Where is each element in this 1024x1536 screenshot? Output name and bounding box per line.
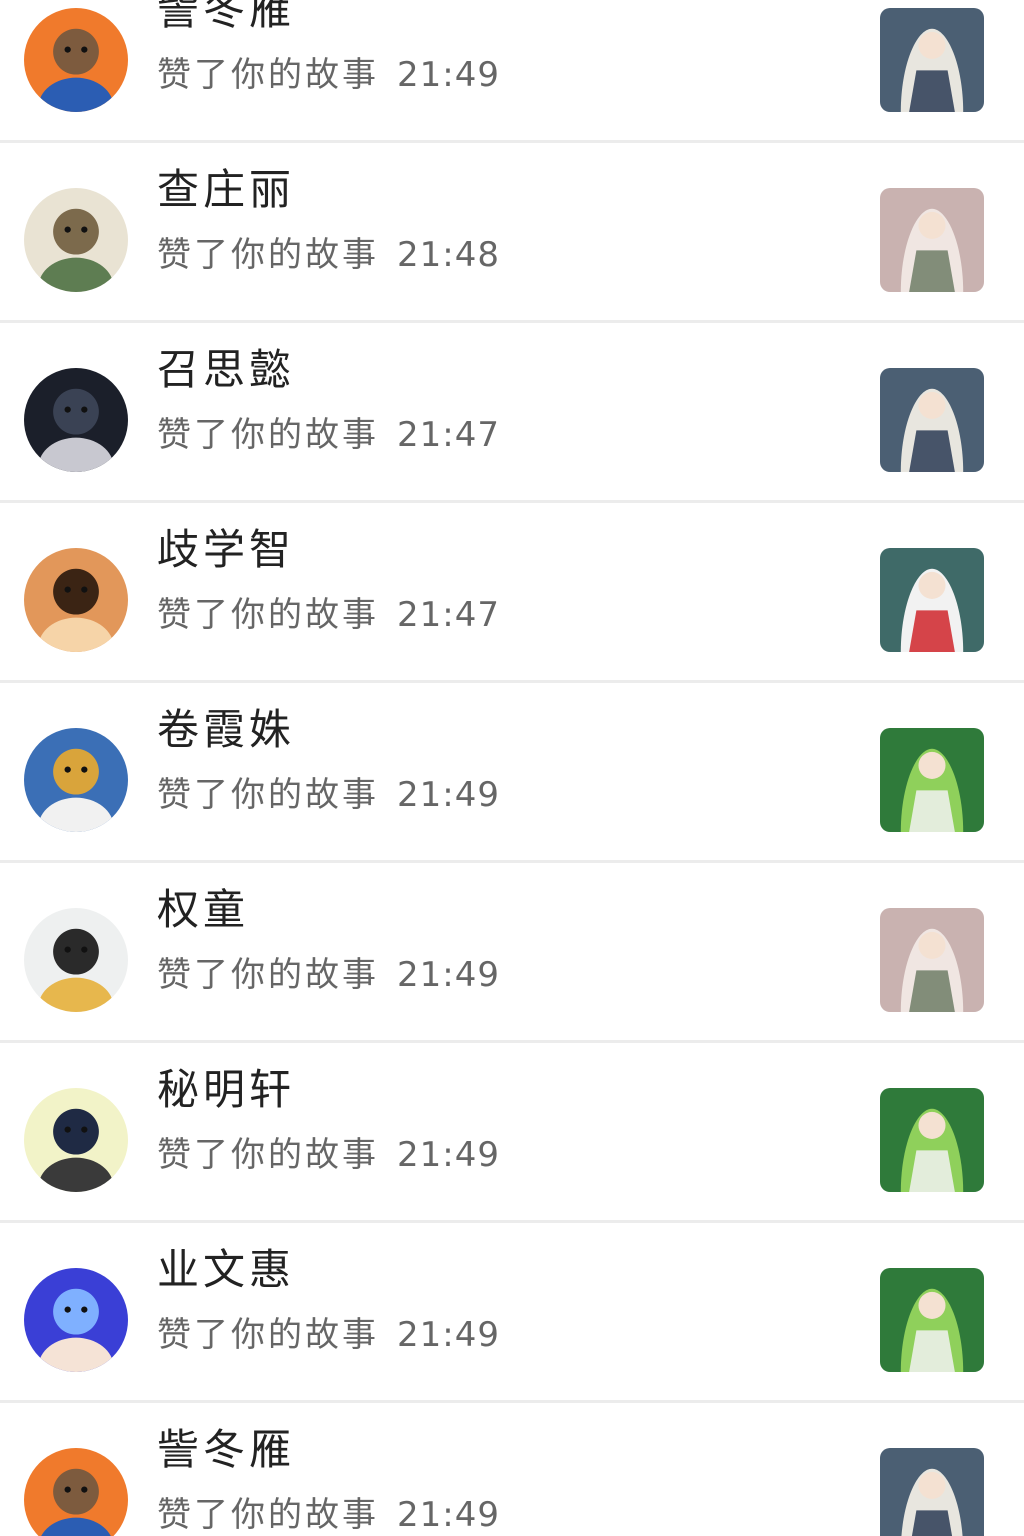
timestamp: 21:49 (397, 775, 500, 815)
notification-row[interactable]: 訾冬雁赞了你的故事 21:49 (0, 0, 1024, 143)
user-avatar[interactable] (24, 1088, 128, 1192)
action-text: 赞了你的故事 (157, 55, 379, 95)
user-name[interactable]: 訾冬雁 (157, 0, 295, 35)
anime-girl-thumbnail (880, 188, 984, 292)
anime-girl-thumbnail (880, 1448, 984, 1536)
anime-girl-thumbnail (880, 908, 984, 1012)
user-avatar[interactable] (24, 188, 128, 292)
user-avatar[interactable] (24, 368, 128, 472)
user-name[interactable]: 歧学智 (157, 525, 295, 575)
notification-meta: 赞了你的故事 21:49 (157, 1133, 500, 1177)
story-thumbnail[interactable] (880, 368, 984, 472)
user-avatar[interactable] (24, 548, 128, 652)
bearded-warrior-avatar (24, 728, 128, 832)
user-name[interactable]: 权童 (157, 885, 249, 935)
user-name[interactable]: 訾冬雁 (157, 1425, 295, 1475)
notification-meta: 赞了你的故事 21:49 (157, 773, 500, 817)
story-thumbnail[interactable] (880, 728, 984, 832)
timestamp: 21:49 (397, 955, 500, 995)
action-text: 赞了你的故事 (157, 1495, 379, 1535)
cartoon-character-avatar (24, 8, 128, 112)
user-avatar[interactable] (24, 908, 128, 1012)
sketch-anime-avatar (24, 908, 128, 1012)
user-avatar[interactable] (24, 8, 128, 112)
anime-girl-thumbnail (880, 368, 984, 472)
anime-girl-green-thumbnail (880, 728, 984, 832)
notification-row[interactable]: 卷霞姝赞了你的故事 21:49 (0, 683, 1024, 863)
user-name[interactable]: 查庄丽 (157, 165, 295, 215)
user-avatar[interactable] (24, 728, 128, 832)
timestamp: 21:49 (397, 1135, 500, 1175)
anime-girl-red-dress-thumbnail (880, 548, 984, 652)
anime-girl-green-thumbnail (880, 1268, 984, 1372)
timestamp: 21:47 (397, 415, 500, 455)
anime-girl-thumbnail (880, 8, 984, 112)
action-text: 赞了你的故事 (157, 415, 379, 455)
timestamp: 21:49 (397, 1495, 500, 1535)
action-text: 赞了你的故事 (157, 595, 379, 635)
notification-row[interactable]: 权童赞了你的故事 21:49 (0, 863, 1024, 1043)
action-text: 赞了你的故事 (157, 775, 379, 815)
notification-meta: 赞了你的故事 21:48 (157, 233, 500, 277)
notification-meta: 赞了你的故事 21:49 (157, 1493, 500, 1536)
timestamp: 21:47 (397, 595, 500, 635)
notification-row[interactable]: 歧学智赞了你的故事 21:47 (0, 503, 1024, 683)
notification-row[interactable]: 查庄丽赞了你的故事 21:48 (0, 143, 1024, 323)
notification-row[interactable]: 召思懿赞了你的故事 21:47 (0, 323, 1024, 503)
user-avatar[interactable] (24, 1268, 128, 1372)
story-thumbnail[interactable] (880, 188, 984, 292)
action-text: 赞了你的故事 (157, 1135, 379, 1175)
story-thumbnail[interactable] (880, 548, 984, 652)
user-name[interactable]: 召思懿 (157, 345, 295, 395)
story-thumbnail[interactable] (880, 908, 984, 1012)
notification-list: 訾冬雁 赞了你的故事 21:49 查庄丽 赞了你的故事 21:48 召思懿 赞了你的故事 21:… (0, 0, 1024, 1536)
user-name[interactable]: 业文惠 (157, 1245, 295, 1295)
notification-row[interactable]: 业文惠赞了你的故事 21:49 (0, 1223, 1024, 1403)
user-name[interactable]: 秘明轩 (157, 1065, 295, 1115)
anime-girl-green-thumbnail (880, 1088, 984, 1192)
timestamp: 21:48 (397, 235, 500, 275)
anime-boy-avatar (24, 188, 128, 292)
user-avatar[interactable] (24, 1448, 128, 1536)
story-thumbnail[interactable] (880, 1448, 984, 1536)
dark-portrait-avatar (24, 368, 128, 472)
singer-avatar (24, 1268, 128, 1372)
notification-meta: 赞了你的故事 21:49 (157, 1313, 500, 1357)
cartoon-character-avatar (24, 1448, 128, 1536)
notification-meta: 赞了你的故事 21:47 (157, 593, 500, 637)
story-thumbnail[interactable] (880, 1268, 984, 1372)
action-text: 赞了你的故事 (157, 955, 379, 995)
couple-avatar (24, 1088, 128, 1192)
user-name[interactable]: 卷霞姝 (157, 705, 295, 755)
action-text: 赞了你的故事 (157, 1315, 379, 1355)
notification-row[interactable]: 訾冬雁赞了你的故事 21:49 (0, 1403, 1024, 1536)
kitten-avatar (24, 548, 128, 652)
timestamp: 21:49 (397, 55, 500, 95)
notification-meta: 赞了你的故事 21:49 (157, 53, 500, 97)
timestamp: 21:49 (397, 1315, 500, 1355)
story-thumbnail[interactable] (880, 8, 984, 112)
notification-meta: 赞了你的故事 21:47 (157, 413, 500, 457)
action-text: 赞了你的故事 (157, 235, 379, 275)
notification-row[interactable]: 秘明轩赞了你的故事 21:49 (0, 1043, 1024, 1223)
story-thumbnail[interactable] (880, 1088, 984, 1192)
notification-meta: 赞了你的故事 21:49 (157, 953, 500, 997)
